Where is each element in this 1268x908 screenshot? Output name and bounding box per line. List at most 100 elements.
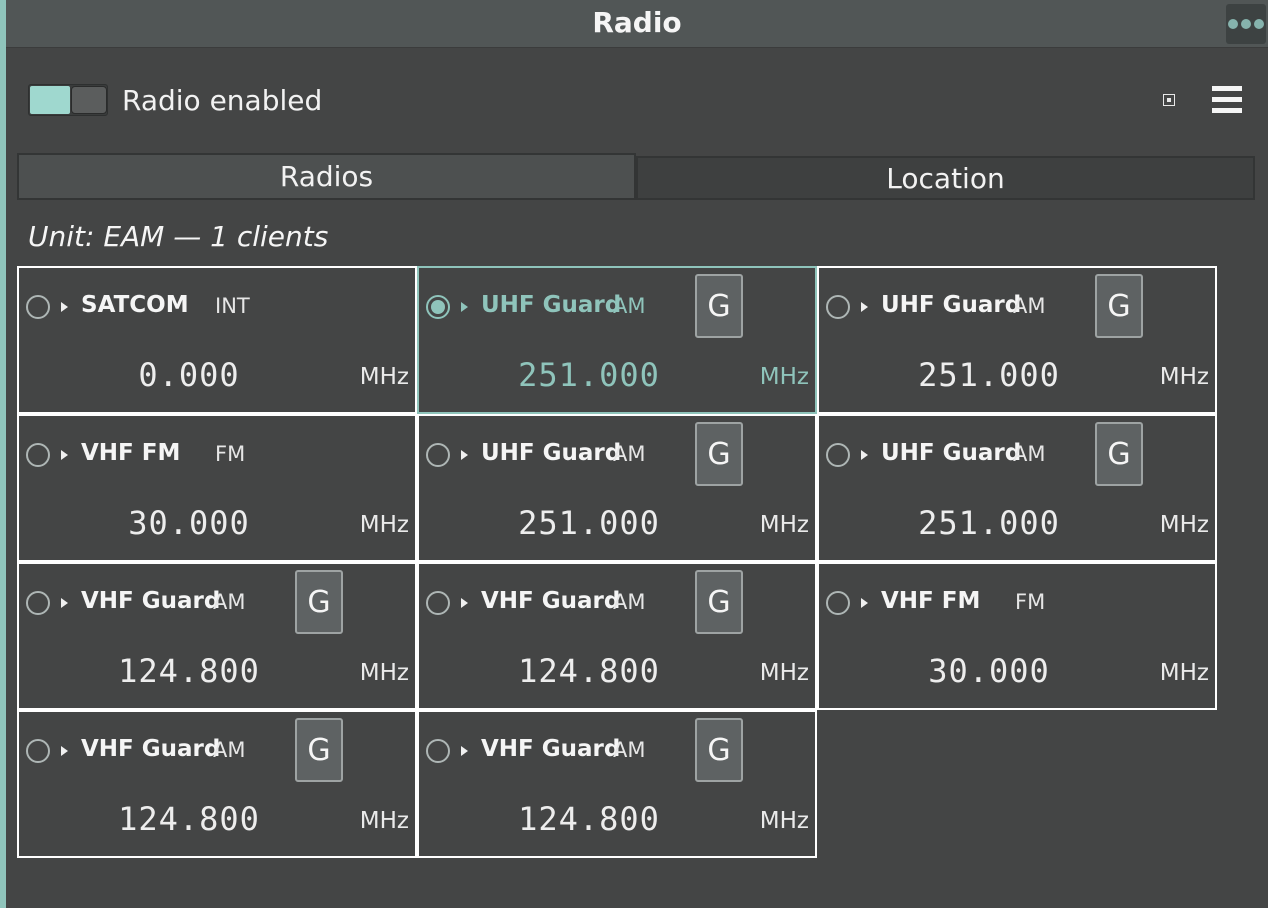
menu-bar [1212,97,1242,102]
radio-frequency: 251.000 [918,504,1060,542]
window-title: Radio [592,6,682,39]
tab-location[interactable]: Location [636,156,1255,200]
radio-modulation: FM [1015,590,1046,614]
radio-panel[interactable]: UHF Guard AM G 251.000 MHz [817,266,1217,414]
radio-select-button[interactable] [426,591,450,615]
radio-select-button[interactable] [826,591,850,615]
more-options-button[interactable] [1226,4,1266,44]
radio-panel[interactable]: VHF Guard AM G 124.800 MHz [417,710,817,858]
popout-icon[interactable] [1163,94,1175,106]
radio-enabled-label: Radio enabled [122,84,323,117]
expand-arrow-icon[interactable] [61,450,68,460]
expand-arrow-icon[interactable] [461,450,468,460]
radio-frequency: 124.800 [518,652,660,690]
radio-enabled-toggle[interactable] [28,84,108,116]
radio-modulation: AM [213,738,246,762]
radio-name: VHF FM [881,588,981,614]
tab-radios[interactable]: Radios [17,153,636,200]
radio-select-button[interactable] [26,591,50,615]
menu-bar [1212,108,1242,113]
expand-arrow-icon[interactable] [861,598,868,608]
guard-button[interactable]: G [1095,422,1143,486]
frequency-unit: MHz [1159,364,1209,390]
frequency-unit: MHz [359,512,409,538]
radio-select-button[interactable] [426,739,450,763]
radio-modulation: AM [1013,442,1046,466]
tab-bar: Radios Location [17,153,1255,200]
radio-modulation: AM [613,294,646,318]
frequency-unit: MHz [759,660,809,686]
radio-select-button[interactable] [826,295,850,319]
radio-frequency: 124.800 [118,652,260,690]
guard-button[interactable]: G [1095,274,1143,338]
expand-arrow-icon[interactable] [461,746,468,756]
radio-frequency: 251.000 [918,356,1060,394]
expand-arrow-icon[interactable] [61,598,68,608]
guard-button[interactable]: G [695,422,743,486]
radio-modulation: INT [215,294,250,318]
radio-select-button[interactable] [426,295,450,319]
more-dots-icon [1228,19,1238,29]
guard-button[interactable]: G [295,570,343,634]
more-dot [1241,19,1251,29]
radio-modulation: FM [215,442,246,466]
radio-panel[interactable]: UHF Guard AM G 251.000 MHz [417,414,817,562]
radio-panel[interactable]: VHF Guard AM G 124.800 MHz [17,710,417,858]
radio-frequency: 251.000 [518,356,660,394]
guard-button[interactable]: G [295,718,343,782]
frequency-unit: MHz [759,364,809,390]
radio-name: VHF Guard [81,736,221,762]
hamburger-menu-icon[interactable] [1212,86,1242,114]
radio-select-button[interactable] [826,443,850,467]
unit-client-info: Unit: EAM — 1 clients [28,220,329,253]
expand-arrow-icon[interactable] [461,598,468,608]
radio-name: VHF FM [81,440,181,466]
guard-button[interactable]: G [695,718,743,782]
frequency-unit: MHz [359,808,409,834]
radio-select-button[interactable] [26,443,50,467]
radio-name: SATCOM [81,292,189,318]
radio-modulation: AM [1013,294,1046,318]
radio-select-button[interactable] [26,295,50,319]
radio-name: UHF Guard [881,292,1022,318]
radio-frequency: 251.000 [518,504,660,542]
guard-button[interactable]: G [695,274,743,338]
expand-arrow-icon[interactable] [61,302,68,312]
more-dot [1254,19,1264,29]
radio-modulation: AM [613,590,646,614]
radio-panel[interactable]: VHF Guard AM G 124.800 MHz [417,562,817,710]
radio-select-button[interactable] [26,739,50,763]
radio-frequency: 124.800 [118,800,260,838]
expand-arrow-icon[interactable] [861,450,868,460]
radio-panel[interactable]: UHF Guard AM G 251.000 MHz [817,414,1217,562]
radio-modulation: AM [613,738,646,762]
frequency-unit: MHz [759,512,809,538]
frequency-unit: MHz [1159,512,1209,538]
radio-panel[interactable]: SATCOM INT 0.000 MHz [17,266,417,414]
title-bar: Radio [6,0,1268,48]
expand-arrow-icon[interactable] [461,302,468,312]
radio-panel[interactable]: VHF FM FM 30.000 MHz [17,414,417,562]
radio-name: UHF Guard [881,440,1022,466]
frequency-unit: MHz [759,808,809,834]
guard-button[interactable]: G [695,570,743,634]
radio-name: UHF Guard [481,292,622,318]
radio-frequency: 124.800 [518,800,660,838]
radio-modulation: AM [213,590,246,614]
toggle-knob [71,86,107,114]
radio-panel[interactable]: UHF Guard AM G 251.000 MHz [417,266,817,414]
expand-arrow-icon[interactable] [861,302,868,312]
toggle-on-track [30,86,70,114]
radio-name: VHF Guard [481,588,621,614]
radio-modulation: AM [613,442,646,466]
expand-arrow-icon[interactable] [61,746,68,756]
radio-frequency: 30.000 [928,652,1050,690]
radio-name: VHF Guard [81,588,221,614]
radio-panel[interactable]: VHF FM FM 30.000 MHz [817,562,1217,710]
radio-name: VHF Guard [481,736,621,762]
frequency-unit: MHz [359,660,409,686]
radio-panel[interactable]: VHF Guard AM G 124.800 MHz [17,562,417,710]
menu-bar [1212,86,1242,91]
frequency-unit: MHz [1159,660,1209,686]
radio-select-button[interactable] [426,443,450,467]
